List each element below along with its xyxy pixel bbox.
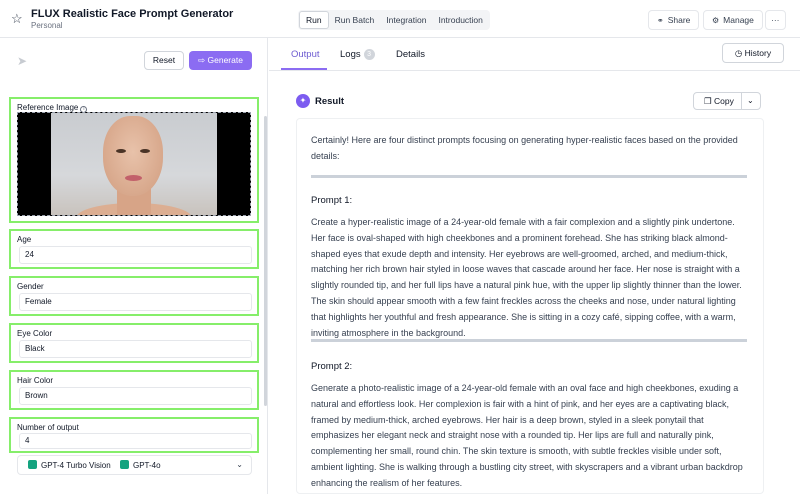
reference-image-field: Reference Image i [9,97,259,223]
generate-button[interactable]: ⇨ Generate [189,51,252,70]
copy-separator [741,93,742,109]
output-panel: Output Logs 3 Details ◷ History ✦ Result … [269,38,800,494]
app-header: ☆ FLUX Realistic Face Prompt Generator P… [0,0,800,38]
tabs-divider [269,70,800,71]
hair-color-input[interactable]: Brown [19,387,252,405]
gender-input[interactable]: Female [19,293,252,311]
copy-label: ❐ Copy [704,93,734,109]
prompt-2-title: Prompt 2: [311,361,353,372]
tab-logs[interactable]: Logs 3 [340,49,375,60]
prompt-1-title: Prompt 1: [311,195,353,206]
prompt-1-text: Create a hyper-realistic image of a 24-y… [311,217,742,338]
result-title: Result [315,96,345,107]
reference-image-label-text: Reference Image [17,103,79,112]
workspace-label: Personal [31,21,63,30]
chevron-down-icon[interactable]: ⌄ [747,93,754,109]
result-icon: ✦ [296,94,310,108]
history-icon: ◷ [734,48,745,58]
logs-count-badge: 3 [363,49,375,60]
collapse-arrow-icon[interactable]: ➤ [17,54,27,68]
age-label: Age [17,235,32,244]
age-input[interactable]: 24 [19,246,252,264]
reference-image-dropzone[interactable] [17,112,251,216]
history-button[interactable]: ◷ History [722,43,784,63]
copy-label-text: Copy [713,96,734,106]
model-selector[interactable]: GPT-4 Turbo Vision GPT-4o ⌄ [17,455,252,475]
tab-details[interactable]: Details [396,49,425,60]
mode-tabs: Run Run Batch Integration Introduction [298,10,490,30]
chevron-down-icon[interactable]: ⌄ [236,460,243,469]
tab-run-batch[interactable]: Run Batch [329,11,381,29]
share-label: Share [667,15,691,25]
manage-label: Manage [723,15,754,25]
hair-color-field: Hair Color Brown [9,370,259,410]
generate-icon: ⇨ [198,55,208,65]
left-scrollbar[interactable] [264,116,267,406]
share-button[interactable]: ⚭ Share [648,10,700,30]
hair-color-label: Hair Color [17,376,54,385]
tab-introduction[interactable]: Introduction [432,11,488,29]
divider [311,339,747,342]
tab-logs-label: Logs [340,49,361,60]
gear-icon: ⚙ [712,16,720,25]
model-tag-gpt4-turbo: GPT-4 Turbo Vision [28,460,111,471]
copy-icon: ❐ [704,96,714,106]
app-title: FLUX Realistic Face Prompt Generator [31,8,234,20]
model-tag-gpt4o: GPT-4o [120,460,161,471]
model-name: GPT-4o [133,461,161,470]
gender-field: Gender Female [9,276,259,316]
share-icon: ⚭ [657,16,664,25]
tab-run[interactable]: Run [299,11,329,29]
tab-output[interactable]: Output [291,49,320,60]
history-label: History [744,48,772,58]
photo-face [103,116,163,196]
reference-photo [51,113,217,215]
photo-lips [125,175,142,181]
input-panel: ➤ Reset ⇨ Generate Reference Image i Age … [0,38,268,494]
openai-icon [120,460,129,469]
gender-label: Gender [17,282,44,291]
manage-button[interactable]: ⚙ Manage [703,10,763,30]
model-name: GPT-4 Turbo Vision [41,461,111,470]
eye-color-field: Eye Color Black [9,323,259,363]
reset-button[interactable]: Reset [144,51,184,70]
output-count-field: Number of output 4 [9,417,259,453]
result-intro: Certainly! Here are four distinct prompt… [311,135,738,161]
eye-color-label: Eye Color [17,329,53,338]
copy-button[interactable]: ❐ Copy ⌄ [693,92,761,110]
output-count-input[interactable]: 4 [19,433,252,449]
prompt-2-text: Generate a photo-realistic image of a 24… [311,383,743,488]
eye-color-input[interactable]: Black [19,340,252,358]
photo-eye-right [140,149,150,153]
divider [311,175,747,178]
more-button[interactable]: ··· [765,10,786,30]
output-count-label: Number of output [17,423,79,432]
tab-integration[interactable]: Integration [380,11,432,29]
photo-eye-left [116,149,126,153]
result-content: Certainly! Here are four distinct prompt… [296,118,764,494]
generate-label: Generate [207,55,243,65]
openai-icon [28,460,37,469]
age-field: Age 24 [9,229,259,269]
star-icon[interactable]: ☆ [11,12,24,25]
